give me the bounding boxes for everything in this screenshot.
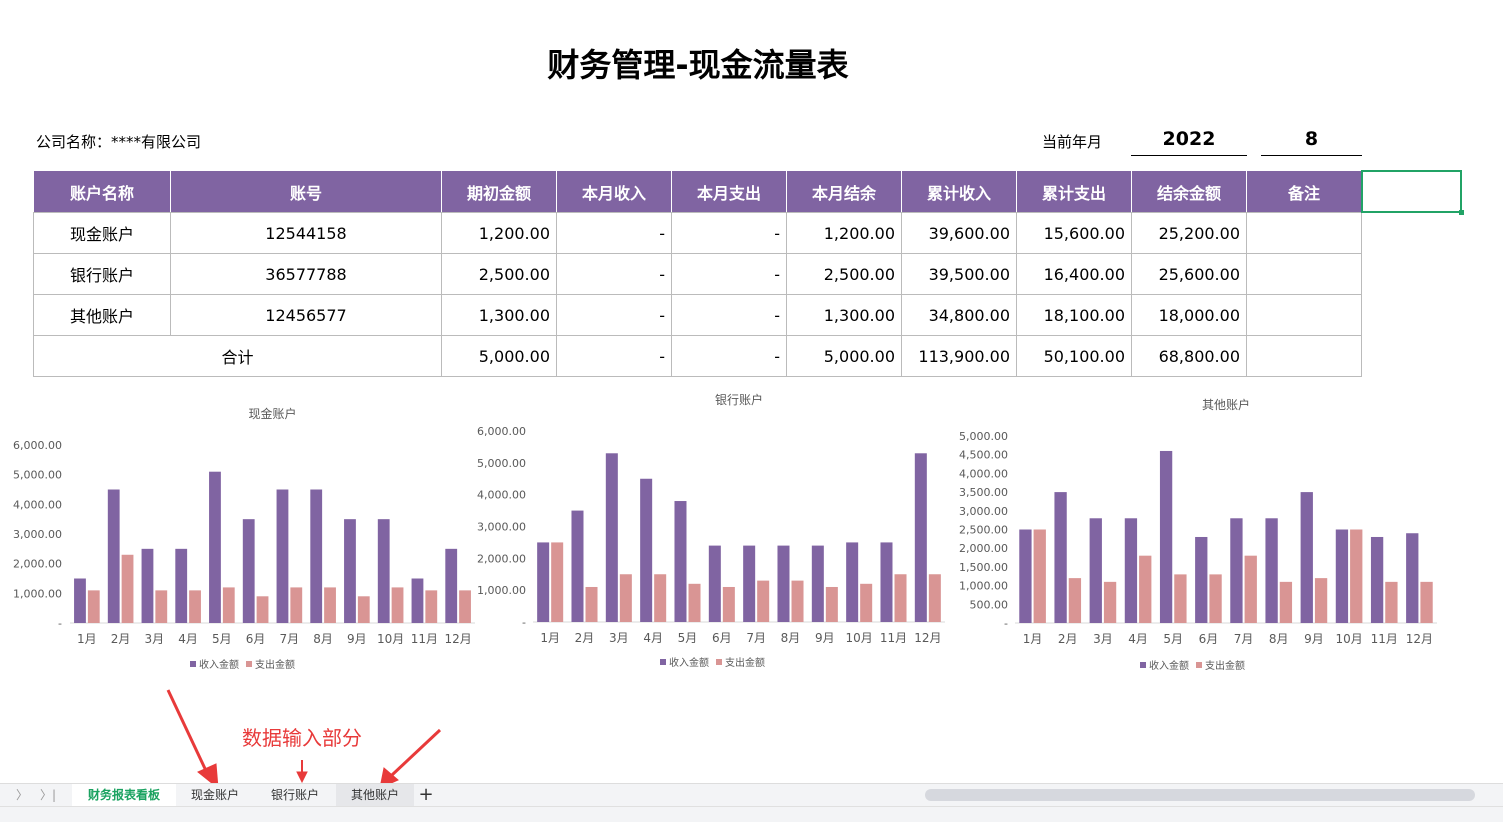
last-sheet-icon[interactable]: 〉|	[40, 786, 56, 803]
tab-other-account[interactable]: 其他账户	[336, 784, 414, 806]
status-bar	[0, 806, 1503, 822]
arrow-icon	[390, 728, 442, 777]
add-sheet-button[interactable]: +	[414, 784, 438, 806]
annotation-arrows	[166, 689, 442, 790]
arrow-head-icon	[296, 771, 308, 784]
annotation-text: 数据输入部分	[242, 726, 362, 750]
tab-dashboard[interactable]: 财务报表看板	[72, 784, 176, 806]
tab-bank-account[interactable]: 银行账户	[256, 784, 334, 806]
tab-cash-account[interactable]: 现金账户	[176, 784, 254, 806]
horizontal-scrollbar[interactable]	[925, 789, 1475, 801]
arrow-icon	[166, 689, 210, 776]
prev-sheet-icon[interactable]: 〉	[16, 786, 28, 803]
sheet-tab-bar: 〉 〉| 财务报表看板 现金账户 银行账户 其他账户 +	[0, 783, 1503, 806]
